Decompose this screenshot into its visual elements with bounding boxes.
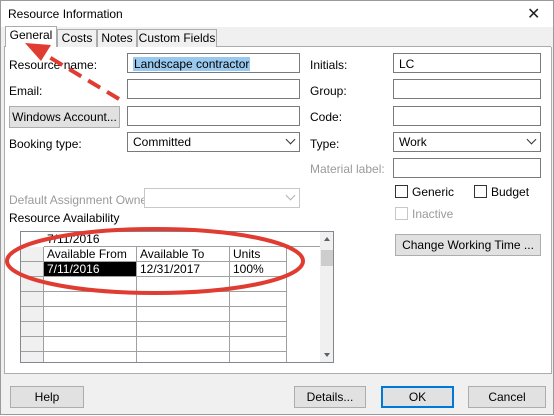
- inactive-checkbox: [395, 207, 408, 220]
- empty-grid-cell[interactable]: [230, 292, 287, 307]
- tab-general[interactable]: General: [5, 26, 57, 49]
- email-field[interactable]: [127, 79, 300, 99]
- empty-grid-cell[interactable]: [230, 352, 287, 362]
- ok-button[interactable]: OK: [381, 386, 454, 408]
- empty-grid-cell[interactable]: [44, 277, 137, 292]
- chevron-down-icon: [526, 134, 537, 145]
- resource-name-label: Resource name:: [9, 58, 98, 72]
- resource-availability-label: Resource Availability: [9, 211, 120, 225]
- budget-label: Budget: [491, 185, 530, 199]
- resource-availability-grid[interactable]: 7/11/2016 Available From Available To Un…: [20, 231, 334, 363]
- scroll-down-icon[interactable]: [324, 353, 330, 357]
- row-header[interactable]: [21, 307, 44, 322]
- empty-grid-cell[interactable]: [137, 322, 230, 337]
- grid-vertical-scrollbar[interactable]: [320, 232, 333, 362]
- inactive-label: Inactive: [412, 207, 454, 221]
- empty-grid-cell[interactable]: [137, 277, 230, 292]
- grid-edit-bar[interactable]: 7/11/2016: [44, 232, 320, 247]
- empty-grid-cell[interactable]: [230, 322, 287, 337]
- type-select[interactable]: Work: [393, 132, 541, 152]
- help-button[interactable]: Help: [10, 386, 84, 408]
- material-label-label: Material label:: [310, 162, 385, 176]
- row-header[interactable]: [21, 352, 44, 362]
- windows-account-field[interactable]: [127, 106, 300, 126]
- type-label: Type:: [310, 137, 340, 151]
- row-header[interactable]: [21, 337, 44, 352]
- row-header[interactable]: [21, 322, 44, 337]
- resource-information-dialog: Resource Information ✕ Costs Notes Custo…: [0, 0, 554, 415]
- scroll-thumb[interactable]: [321, 250, 333, 266]
- close-icon[interactable]: ✕: [527, 4, 540, 24]
- empty-grid-cell[interactable]: [230, 277, 287, 292]
- cell-available-to[interactable]: 12/31/2017: [137, 262, 230, 277]
- chevron-down-icon: [285, 134, 296, 145]
- change-working-time-button[interactable]: Change Working Time ...: [395, 234, 541, 256]
- empty-grid-cell[interactable]: [137, 307, 230, 322]
- empty-grid-cell[interactable]: [230, 337, 287, 352]
- initials-field[interactable]: LC: [393, 53, 541, 73]
- tab-notes[interactable]: Notes: [97, 29, 137, 47]
- windows-account-button[interactable]: Windows Account...: [9, 106, 120, 128]
- generic-checkbox[interactable]: [395, 185, 408, 198]
- row-header[interactable]: [21, 292, 44, 307]
- tab-custom-fields[interactable]: Custom Fields: [137, 29, 217, 47]
- booking-type-select[interactable]: Committed: [127, 132, 300, 152]
- cell-units[interactable]: 100%: [230, 262, 287, 277]
- empty-grid-cell[interactable]: [137, 292, 230, 307]
- details-button[interactable]: Details...: [294, 386, 366, 408]
- initials-label: Initials:: [310, 58, 348, 72]
- code-label: Code:: [310, 110, 343, 124]
- column-header-available-to[interactable]: Available To: [137, 247, 230, 262]
- group-label: Group:: [310, 84, 347, 98]
- email-label: Email:: [9, 84, 43, 98]
- default-assignment-owner-label: Default Assignment Owner:: [9, 193, 155, 207]
- cell-available-from[interactable]: 7/11/2016: [44, 262, 137, 277]
- row-header[interactable]: [21, 277, 44, 292]
- default-assignment-owner-select: [144, 188, 300, 208]
- scroll-up-icon[interactable]: [324, 237, 330, 241]
- code-field[interactable]: [393, 106, 541, 126]
- grid-corner: [21, 247, 44, 262]
- cancel-button[interactable]: Cancel: [468, 386, 546, 408]
- empty-grid-cell[interactable]: [44, 352, 137, 362]
- chevron-down-icon: [285, 190, 296, 201]
- tab-costs[interactable]: Costs: [57, 29, 97, 47]
- booking-type-label: Booking type:: [9, 137, 82, 151]
- empty-grid-cell[interactable]: [44, 337, 137, 352]
- empty-grid-cell[interactable]: [137, 337, 230, 352]
- empty-grid-cell[interactable]: [44, 292, 137, 307]
- material-label-field[interactable]: [393, 158, 541, 178]
- row-header[interactable]: [21, 262, 44, 277]
- generic-label: Generic: [412, 185, 455, 199]
- empty-grid-cell[interactable]: [230, 307, 287, 322]
- column-header-units[interactable]: Units: [230, 247, 287, 262]
- empty-grid-cell[interactable]: [44, 307, 137, 322]
- group-field[interactable]: [393, 79, 541, 99]
- empty-grid-cell[interactable]: [137, 352, 230, 362]
- window-title: Resource Information: [8, 7, 123, 21]
- empty-grid-cell[interactable]: [44, 322, 137, 337]
- budget-checkbox[interactable]: [474, 185, 487, 198]
- title-bar: Resource Information ✕: [1, 1, 553, 27]
- column-header-available-from[interactable]: Available From: [44, 247, 137, 262]
- resource-name-field[interactable]: Landscape contractor: [127, 53, 300, 73]
